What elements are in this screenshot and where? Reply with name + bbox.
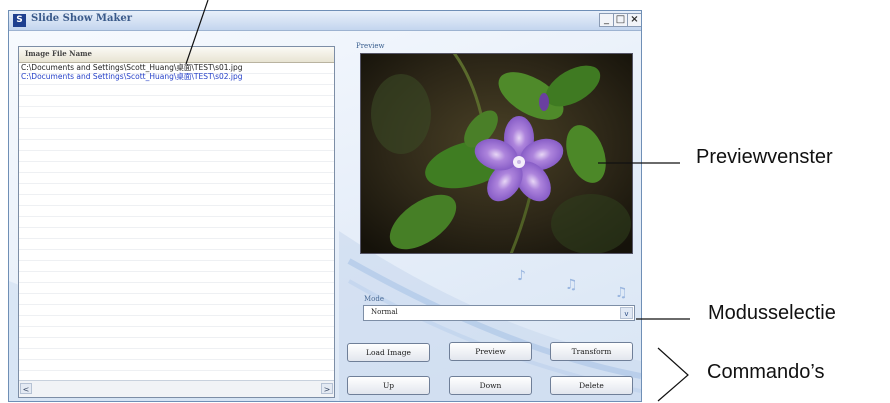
music-note-icon: ♪ [517,268,526,284]
callout-commands: Commando’s [707,361,825,383]
bracket-commands [657,347,689,402]
transform-button[interactable]: Transform [550,342,633,361]
music-note-icon: ♫ [565,277,578,293]
load-image-button[interactable]: Load Image [347,343,430,362]
client-area: ♪ ♫ ♫ Image File Name C:\Documents and S… [9,31,641,401]
down-button[interactable]: Down [449,376,532,395]
close-button[interactable]: × [627,13,641,27]
mode-select[interactable]: Normal v [363,305,635,321]
file-rows: C:\Documents and Settings\Scott_Huang\桌面… [19,63,334,381]
window-title: Slide Show Maker [31,13,133,24]
mode-selected-value: Normal [371,308,398,316]
scroll-right-icon[interactable]: > [321,383,333,394]
preview-label: Preview [356,42,385,50]
mode-label: Mode [364,295,385,303]
flower-photo [361,54,632,253]
scroll-left-icon[interactable]: < [20,383,32,394]
column-header-image-file-name: Image File Name [25,49,92,58]
horizontal-scrollbar[interactable]: < > [19,380,334,397]
file-list-header[interactable]: Image File Name [19,47,334,63]
up-button[interactable]: Up [347,376,430,395]
app-icon: S [13,14,26,27]
callout-mode-selection: Modusselectie [708,302,836,324]
list-item[interactable]: C:\Documents and Settings\Scott_Huang\桌面… [21,72,243,82]
delete-button[interactable]: Delete [550,376,633,395]
chevron-down-icon[interactable]: v [620,307,633,319]
maximize-button[interactable]: □ [613,13,628,27]
minimize-button[interactable]: _ [599,13,614,27]
app-window: S Slide Show Maker _ □ × ♪ ♫ ♫ Image Fil… [8,10,642,402]
file-list[interactable]: Image File Name C:\Documents and Setting… [18,46,335,398]
preview-image [360,53,633,254]
preview-button[interactable]: Preview [449,342,532,361]
music-note-icon: ♫ [615,285,628,301]
callout-preview-window: Previewvenster [696,146,833,168]
title-bar[interactable]: S Slide Show Maker _ □ × [9,11,641,31]
